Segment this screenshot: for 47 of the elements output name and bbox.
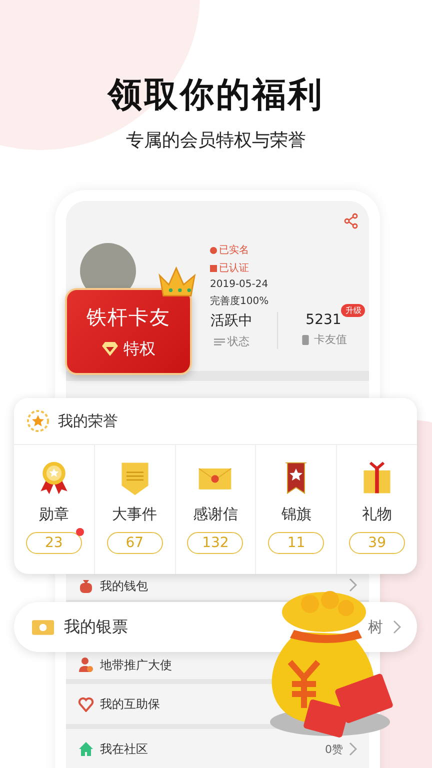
heart-knot-icon (78, 696, 94, 712)
chevron-icon (393, 620, 401, 634)
verified-tag: 已实名 (210, 243, 269, 257)
honor-item[interactable]: 感谢信 132 (174, 445, 256, 574)
count-pill: 11 (268, 532, 324, 554)
person-icon (78, 657, 94, 673)
ticket-value: 树 (368, 618, 383, 636)
chevron-icon (349, 742, 357, 756)
headline: 领取你的福利 (108, 74, 324, 117)
stat-label: 卡友值 (314, 332, 347, 347)
member-title: 铁杆卡友 (86, 304, 170, 330)
menu-label: 我的互助保 (100, 696, 161, 712)
join-date: 2019-05-24 (210, 279, 269, 290)
completeness-text: 完善度100% (210, 294, 269, 308)
honor-label: 感谢信 (192, 505, 238, 524)
honor-item[interactable]: 锦旗 11 (255, 445, 336, 574)
money-bag-icon (78, 578, 94, 594)
privilege-label: 特权 (124, 338, 156, 360)
count-pill: 67 (106, 532, 163, 554)
menu-label: 我在社区 (100, 740, 149, 758)
diamond-icon (102, 342, 118, 356)
like-count: 0赞 (325, 742, 343, 756)
share-icon[interactable] (343, 213, 359, 229)
menu-label: 我的钱包 (100, 578, 149, 595)
subtitle: 专属的会员特权与荣誉 (126, 129, 306, 152)
verified-tag: 已认证 (210, 261, 269, 275)
stat-value: 5231 (306, 312, 342, 328)
honor-label: 礼物 (362, 505, 392, 524)
honor-item[interactable]: 勋章 23 (14, 445, 94, 574)
lines-icon (214, 336, 224, 346)
stat-value: 活跃中 (210, 313, 252, 329)
honor-label: 勋章 (38, 505, 69, 524)
honor-label: 锦旗 (281, 505, 312, 524)
menu-label: 地带推广大使 (100, 657, 173, 674)
banknote-icon (32, 620, 54, 634)
chevron-icon (349, 578, 357, 592)
member-badge[interactable]: 铁杆卡友 特权 (65, 288, 192, 375)
ticket-label: 我的银票 (64, 616, 129, 638)
count-pill: 39 (349, 532, 406, 554)
honors-title: 我的荣誉 (58, 412, 118, 430)
upgrade-tag[interactable]: 升级 (341, 304, 366, 317)
count-pill: 132 (187, 532, 244, 554)
honor-item[interactable]: 大事件 67 (94, 445, 175, 574)
honor-label: 大事件 (112, 505, 158, 524)
stat-label: 状态 (228, 334, 250, 349)
home-icon (78, 741, 94, 757)
honor-item[interactable]: 礼物 39 (336, 445, 417, 574)
